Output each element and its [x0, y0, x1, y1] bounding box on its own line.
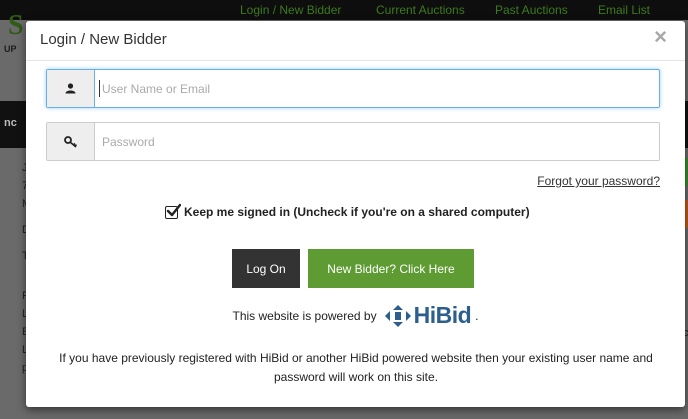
username-input[interactable] — [102, 70, 652, 107]
bg-nav-email: Email List — [598, 3, 651, 17]
username-group — [46, 69, 660, 108]
text-cursor — [99, 80, 100, 97]
bg-nav-past: Past Auctions — [495, 3, 568, 17]
background-top-nav: Login / New Bidder Current Auctions Past… — [0, 0, 688, 20]
forgot-password-link[interactable]: Forgot your password? — [537, 174, 660, 188]
password-group — [46, 122, 660, 161]
log-on-button[interactable]: Log On — [232, 249, 300, 288]
hibid-arrows-icon — [384, 304, 411, 327]
powered-by-text: This website is powered by — [232, 308, 377, 323]
footer-note: If you have previously registered with H… — [59, 351, 653, 384]
new-bidder-button[interactable]: New Bidder? Click Here — [308, 249, 474, 288]
bg-nav-login: Login / New Bidder — [240, 3, 342, 17]
remember-me-label: Keep me signed in (Uncheck if you're on … — [184, 205, 530, 219]
bg-nav-current: Current Auctions — [376, 3, 465, 17]
background-logo: S — [8, 10, 24, 41]
powered-by: This website is powered by HiBid . — [26, 302, 685, 329]
close-icon[interactable]: × — [654, 25, 667, 49]
login-modal: Login / New Bidder × Forgot your passwor… — [26, 21, 685, 407]
hibid-logo-text: HiBid — [413, 302, 472, 328]
password-input[interactable] — [102, 123, 652, 160]
background-logo-subtitle: UP — [4, 44, 17, 54]
hibid-logo[interactable]: HiBid — [384, 302, 472, 329]
user-icon — [47, 70, 95, 107]
modal-header: Login / New Bidder × — [26, 21, 685, 61]
powered-by-suffix: . — [475, 308, 479, 323]
check-icon[interactable] — [165, 203, 181, 219]
remember-me[interactable]: Keep me signed in (Uncheck if you're on … — [165, 203, 530, 219]
key-icon — [47, 123, 95, 160]
modal-title: Login / New Bidder — [40, 31, 167, 48]
